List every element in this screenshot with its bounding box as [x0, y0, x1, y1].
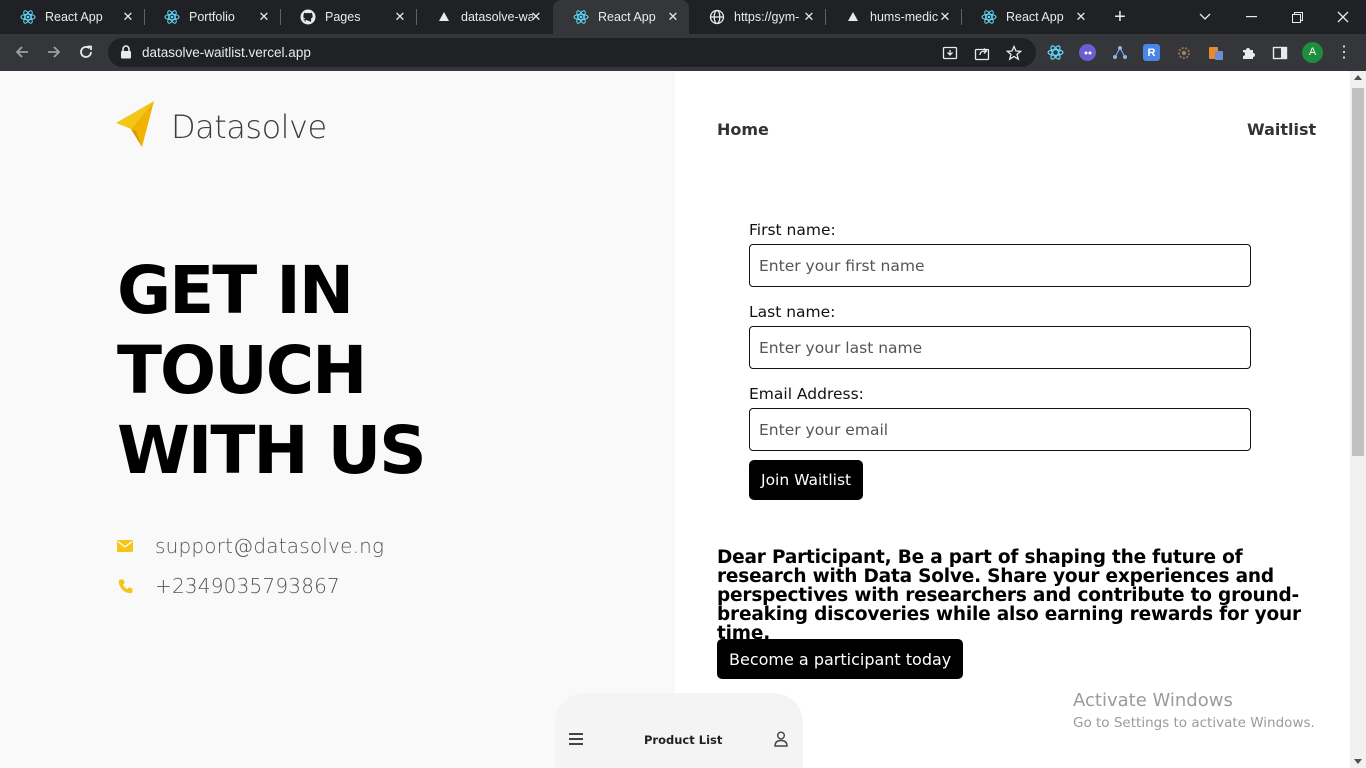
- first-name-input[interactable]: [749, 244, 1251, 287]
- tab-title: datasolve-wa: [461, 10, 533, 24]
- side-panel-icon[interactable]: [1271, 44, 1288, 61]
- close-icon[interactable]: ✕: [392, 9, 408, 25]
- left-panel: Datasolve GET IN TOUCH WITH US support@d…: [0, 71, 675, 768]
- vercel-icon: [436, 9, 452, 25]
- hero-line: GET IN: [117, 252, 354, 329]
- browser-tab[interactable]: https://gym- ✕: [689, 0, 825, 34]
- extension-icon[interactable]: [1207, 44, 1224, 61]
- puzzle-icon[interactable]: [1239, 44, 1256, 61]
- paper-plane-logo-icon: [116, 101, 156, 152]
- extension-icon[interactable]: [1079, 44, 1096, 61]
- graph-extension-icon[interactable]: [1111, 44, 1128, 61]
- tab-title: Pages: [325, 10, 361, 24]
- hamburger-menu-icon[interactable]: [569, 733, 583, 745]
- email-label: Email Address:: [749, 385, 864, 403]
- tab-title: React App: [1006, 10, 1064, 24]
- join-waitlist-button[interactable]: Join Waitlist: [749, 460, 864, 500]
- github-icon: [300, 9, 316, 25]
- address-url[interactable]: datasolve-waitlist.vercel.app: [142, 45, 311, 60]
- browser-tab[interactable]: React App ✕: [0, 0, 144, 34]
- participant-message: Dear Participant, Be a part of shaping t…: [717, 547, 1301, 644]
- more-menu-icon[interactable]: ⋮: [1336, 43, 1352, 63]
- browser-tab-active[interactable]: React App ✕: [553, 0, 689, 34]
- tab-title: https://gym-: [734, 10, 800, 24]
- close-window-icon[interactable]: [1320, 0, 1366, 34]
- address-bar[interactable]: datasolve-waitlist.vercel.app: [108, 38, 1036, 67]
- contact-email[interactable]: support@datasolve.ng: [116, 534, 384, 558]
- logo-text: Datasolve: [171, 107, 327, 146]
- profile-avatar[interactable]: A: [1302, 42, 1323, 63]
- forward-icon[interactable]: [41, 39, 67, 65]
- reload-icon[interactable]: [73, 39, 99, 65]
- tab-search-icon[interactable]: [1182, 0, 1228, 34]
- react-icon: [981, 9, 997, 25]
- activate-windows-watermark: Activate Windows Go to Settings to activ…: [1073, 689, 1315, 733]
- email-input[interactable]: [749, 408, 1251, 451]
- share-icon[interactable]: [974, 45, 990, 61]
- browser-tab[interactable]: hums-medic ✕: [825, 0, 961, 34]
- minimize-icon[interactable]: [1228, 0, 1274, 34]
- contact-phone[interactable]: +2349035793867: [116, 574, 340, 598]
- scroll-up-icon[interactable]: [1354, 75, 1362, 80]
- envelope-icon: [116, 537, 134, 555]
- bottom-nav-bar: Product List: [555, 693, 803, 768]
- react-devtools-icon[interactable]: [1047, 44, 1064, 61]
- tab-title: React App: [598, 10, 656, 24]
- browser-tab[interactable]: Portfolio ✕: [144, 0, 280, 34]
- restore-icon[interactable]: [1274, 0, 1320, 34]
- last-name-input[interactable]: [749, 326, 1251, 369]
- react-icon: [164, 9, 180, 25]
- close-icon[interactable]: ✕: [665, 9, 681, 25]
- waitlist-form: First name: Last name: Email Address: Jo…: [749, 221, 1251, 500]
- user-icon[interactable]: [774, 731, 788, 752]
- hero-line: WITH US: [117, 412, 427, 489]
- close-icon[interactable]: ✕: [256, 9, 272, 25]
- install-icon[interactable]: [942, 45, 958, 61]
- bookmark-star-icon[interactable]: [1005, 44, 1023, 61]
- logo[interactable]: Datasolve: [116, 101, 327, 152]
- watermark-subtitle: Go to Settings to activate Windows.: [1073, 715, 1315, 731]
- hero-line: TOUCH: [117, 332, 367, 409]
- watermark-title: Activate Windows: [1073, 690, 1233, 711]
- back-icon[interactable]: [9, 39, 35, 65]
- react-icon: [573, 9, 589, 25]
- close-icon[interactable]: ✕: [1073, 9, 1089, 25]
- phone-icon: [116, 577, 134, 595]
- close-icon[interactable]: ✕: [528, 9, 544, 25]
- bottom-nav-title[interactable]: Product List: [644, 733, 722, 747]
- tab-title: Portfolio: [189, 10, 235, 24]
- browser-tab[interactable]: React App ✕: [961, 0, 1097, 34]
- close-icon[interactable]: ✕: [120, 9, 136, 25]
- scroll-down-icon[interactable]: [1354, 759, 1362, 764]
- hero-heading: GET IN TOUCH WITH US: [117, 251, 537, 491]
- vercel-icon: [845, 9, 861, 25]
- close-icon[interactable]: ✕: [801, 9, 817, 25]
- globe-icon: [709, 9, 725, 25]
- gear-extension-icon[interactable]: [1175, 44, 1192, 61]
- browser-toolbar: datasolve-waitlist.vercel.app R A ⋮: [0, 34, 1366, 71]
- react-icon: [20, 9, 36, 25]
- email-text: support@datasolve.ng: [155, 534, 385, 558]
- last-name-label: Last name:: [749, 303, 836, 321]
- close-icon[interactable]: ✕: [937, 9, 953, 25]
- first-name-label: First name:: [749, 221, 836, 239]
- page-content: Datasolve GET IN TOUCH WITH US support@d…: [0, 71, 1350, 768]
- browser-tab-strip: React App ✕ Portfolio ✕ Pages ✕ datasolv…: [0, 0, 1366, 34]
- nav-home-link[interactable]: Home: [717, 120, 769, 139]
- tab-title: React App: [45, 10, 103, 24]
- lock-icon[interactable]: [120, 45, 132, 64]
- browser-tab[interactable]: datasolve-wa ✕: [416, 0, 552, 34]
- scrollbar-thumb[interactable]: [1352, 88, 1364, 456]
- phone-text: +2349035793867: [155, 574, 340, 598]
- new-tab-button[interactable]: +: [1108, 5, 1132, 29]
- r-extension-icon[interactable]: R: [1143, 44, 1160, 61]
- become-participant-button[interactable]: Become a participant today: [717, 639, 964, 679]
- nav-waitlist-link[interactable]: Waitlist: [1247, 120, 1316, 139]
- browser-tab[interactable]: Pages ✕: [280, 0, 416, 34]
- page-scrollbar[interactable]: [1350, 71, 1366, 768]
- tab-title: hums-medic: [870, 10, 939, 24]
